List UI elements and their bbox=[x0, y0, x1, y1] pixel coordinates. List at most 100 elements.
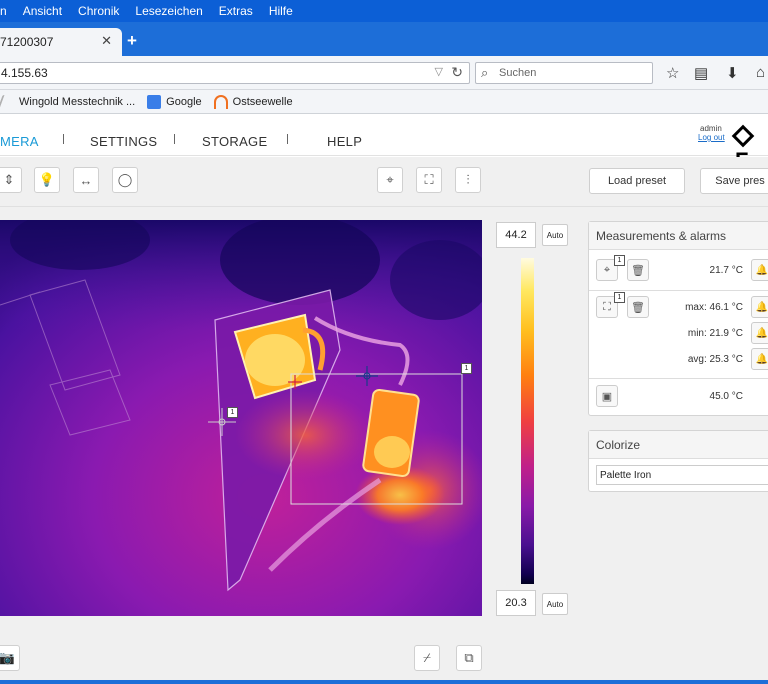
menu-bookmarks[interactable]: Lesezeichen bbox=[135, 4, 202, 18]
url-text: 4.155.63 bbox=[1, 66, 48, 80]
trash-icon: 🗑 bbox=[631, 264, 645, 277]
menu-file[interactable]: n bbox=[0, 4, 7, 18]
spot-value: 21.7 °C bbox=[709, 265, 743, 276]
sensor-icon: ▣ bbox=[601, 390, 613, 403]
tab-storage[interactable]: STORAGE bbox=[202, 134, 267, 149]
menu-bar: n Ansicht Chronik Lesezeichen Extras Hil… bbox=[0, 0, 768, 22]
fullscreen-button[interactable]: ⧉ bbox=[456, 645, 482, 671]
thermal-image[interactable]: 1 1 bbox=[0, 220, 482, 616]
delete-area-button[interactable]: 🗑 bbox=[627, 296, 649, 318]
area-avg-value: avg: 25.3 °C bbox=[687, 354, 743, 365]
bell-icon: 🔔 bbox=[755, 353, 768, 365]
app-header: MERA SETTINGS STORAGE HELP admin Log out… bbox=[0, 114, 768, 173]
dropdown-arrow-icon[interactable]: ▽ bbox=[435, 65, 443, 78]
scale-min-field[interactable]: 20.3 bbox=[496, 590, 536, 616]
home-icon[interactable]: ⌂ bbox=[756, 64, 765, 81]
add-area-button[interactable]: ⛶ bbox=[416, 167, 442, 193]
nav-separator bbox=[287, 134, 288, 144]
bookmark-label: Wingold Messtechnik ... bbox=[19, 95, 136, 108]
browser-tab[interactable]: 71200307 ✕ bbox=[0, 28, 122, 56]
delete-spot-button[interactable]: 🗑 bbox=[627, 259, 649, 281]
area-badge: 1 bbox=[614, 292, 625, 303]
download-icon[interactable]: ⬇ bbox=[726, 64, 739, 82]
area-label-badge: 1 bbox=[461, 363, 472, 374]
tab-help[interactable]: HELP bbox=[327, 134, 362, 149]
charger-hot-center bbox=[374, 436, 410, 468]
divider bbox=[589, 290, 768, 291]
focus-button[interactable]: ⇕ bbox=[0, 167, 22, 193]
sliders-icon: ⫶ bbox=[466, 172, 470, 187]
pan-button[interactable]: ↔ bbox=[73, 167, 99, 193]
navigation-bar: 4.155.63 ▽ ↻ ⌕ Suchen ☆ ▤ ⬇ ⌂ bbox=[0, 56, 768, 90]
headphones-icon bbox=[213, 94, 228, 109]
spot-badge: 1 bbox=[614, 255, 625, 266]
circle-icon: ◯ bbox=[117, 172, 133, 187]
url-bar[interactable]: 4.155.63 ▽ ↻ bbox=[0, 62, 470, 84]
measurements-panel: Measurements & alarms ⌖ 1 🗑 21.7 °C 🔔 ⛶ … bbox=[588, 221, 768, 416]
bell-icon: 🔔 bbox=[755, 301, 768, 313]
nav-separator bbox=[63, 134, 64, 144]
auto-min-button[interactable]: Auto bbox=[542, 593, 568, 615]
max-alarm-button[interactable]: 🔔 bbox=[751, 296, 768, 318]
lamp-button[interactable]: 💡 bbox=[34, 167, 60, 193]
search-placeholder: Suchen bbox=[499, 67, 537, 79]
tab-settings[interactable]: SETTINGS bbox=[90, 134, 157, 149]
measurements-title: Measurements & alarms bbox=[589, 222, 768, 250]
snapshot-button[interactable]: 📷 bbox=[0, 645, 20, 671]
menu-view[interactable]: Ansicht bbox=[23, 4, 62, 18]
min-alarm-button[interactable]: 🔔 bbox=[751, 322, 768, 344]
palette-select[interactable]: Palette Iron bbox=[596, 465, 768, 485]
load-preset-button[interactable]: Load preset bbox=[589, 168, 685, 194]
bookmark-label: Ostseewelle bbox=[232, 95, 293, 108]
up-down-arrow-icon: ⇕ bbox=[3, 172, 15, 187]
avg-alarm-button[interactable]: 🔔 bbox=[751, 348, 768, 370]
colorize-title: Colorize bbox=[589, 431, 768, 459]
google-icon bbox=[147, 94, 162, 109]
tab-strip: 71200307 ✕ + bbox=[0, 22, 768, 56]
taskbar-edge bbox=[0, 680, 768, 684]
reload-icon[interactable]: ↻ bbox=[451, 64, 463, 81]
internal-temp-button[interactable]: ▣ bbox=[596, 385, 618, 407]
reading-list-icon[interactable]: ▤ bbox=[694, 64, 708, 82]
menu-help[interactable]: Hilfe bbox=[269, 4, 293, 18]
trash-icon: 🗑 bbox=[631, 301, 645, 314]
bookmarks-toolbar: Wingold Messtechnik ... Google Ostseewel… bbox=[0, 90, 768, 114]
close-tab-icon[interactable]: ✕ bbox=[101, 33, 112, 49]
camera-icon: 📷 bbox=[0, 650, 16, 665]
expand-icon: ⧉ bbox=[464, 650, 474, 665]
mug-hot-center bbox=[245, 334, 305, 386]
bookmark-google[interactable]: Google bbox=[147, 94, 202, 109]
tab-title: 71200307 bbox=[0, 35, 54, 49]
search-input[interactable]: ⌕ Suchen bbox=[475, 62, 653, 84]
menu-tools[interactable]: Extras bbox=[219, 4, 253, 18]
bulb-icon: 💡 bbox=[38, 172, 56, 187]
divider bbox=[589, 378, 768, 379]
menu-history[interactable]: Chronik bbox=[78, 4, 119, 18]
left-right-arrow-icon: ↔ bbox=[79, 172, 93, 188]
camera-toolbar: ⇕ 💡 ↔ ◯ ⌖ ⛶ ⫶ Load preset Save pres bbox=[0, 157, 768, 207]
scale-max-field[interactable]: 44.2 bbox=[496, 222, 536, 248]
nuc-button[interactable]: ◯ bbox=[112, 167, 138, 193]
new-tab-icon[interactable]: + bbox=[127, 31, 137, 51]
bell-icon: 🔔 bbox=[755, 327, 768, 339]
tab-camera[interactable]: MERA bbox=[0, 134, 39, 149]
bookmark-wingold[interactable]: Wingold Messtechnik ... bbox=[0, 94, 136, 109]
auto-max-button[interactable]: Auto bbox=[542, 224, 568, 246]
adjust-button[interactable]: ⫶ bbox=[455, 167, 481, 193]
spot-alarm-button[interactable]: 🔔 bbox=[751, 259, 768, 281]
bookmark-label: Google bbox=[166, 95, 202, 108]
add-spot-button[interactable]: ⌖ bbox=[377, 167, 403, 193]
internal-temp-value: 45.0 °C bbox=[709, 391, 743, 402]
bookmark-star-icon[interactable]: ☆ bbox=[666, 64, 679, 82]
save-preset-button[interactable]: Save pres bbox=[700, 168, 768, 194]
color-scale-bar bbox=[521, 258, 534, 584]
username: admin bbox=[700, 124, 722, 133]
bottom-toolbar: 📷 ⌿ ⧉ bbox=[0, 638, 768, 678]
logout-link[interactable]: Log out bbox=[698, 133, 725, 142]
freeze-button[interactable]: ⌿ bbox=[414, 645, 440, 671]
warm-spot bbox=[235, 390, 375, 480]
crosshair-icon: ⌖ bbox=[603, 263, 611, 276]
search-icon: ⌕ bbox=[481, 65, 489, 80]
bookmark-ostseewelle[interactable]: Ostseewelle bbox=[213, 94, 293, 109]
wingold-icon bbox=[0, 94, 17, 109]
